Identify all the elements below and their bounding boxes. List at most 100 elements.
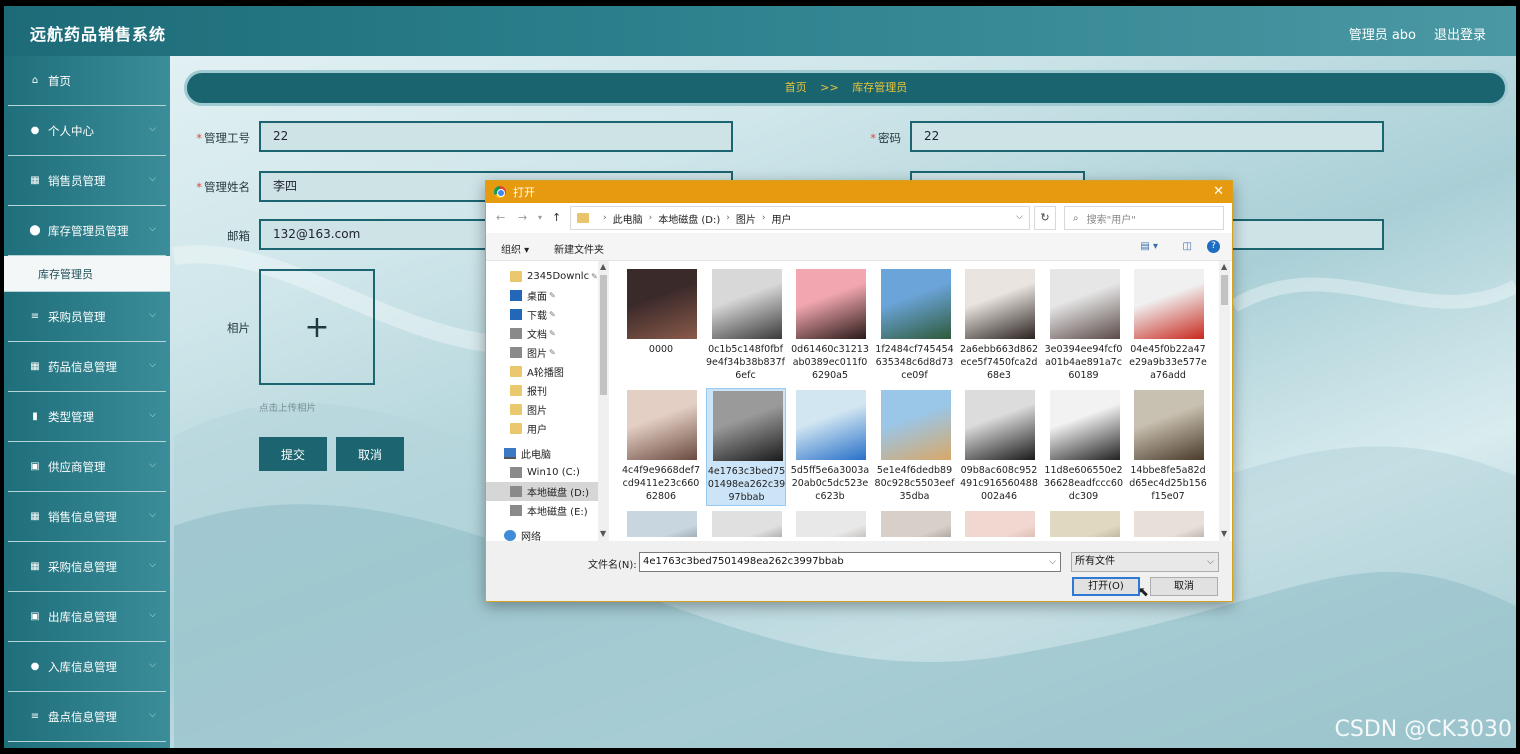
tree-item[interactable]: 下载 ✎ [510,305,556,324]
file-thumbnail[interactable]: 04e45f0b22a47e29a9b33e577ea76add [1128,267,1208,385]
navigation-tree: 2345Downlc ✎ 桌面 ✎ 下载 ✎ 文档 ✎ 图片 ✎ A轮播图 报刊 图片 用户 此电脑 Win1… [486,261,609,543]
file-thumbnail[interactable]: 11d8e606550e236628eadfccc60dc309 [1044,388,1124,506]
file-thumbnail[interactable]: 5d5ff5e6a3003a20ab0c5dc523ec623b [790,388,870,506]
tree-item[interactable]: 本地磁盘 (D:) [486,482,598,501]
drive-icon [510,347,522,358]
search-input[interactable]: ⌕ 搜索"用户" [1064,206,1224,230]
dialog-cancel-button[interactable]: 取消 [1150,577,1218,596]
path-segment[interactable]: 此电脑 [613,211,643,226]
path-segment[interactable]: 图片 [736,211,756,226]
sidebar-item[interactable]: ▦ 药品信息管理 ⌵ [8,342,166,392]
sidebar-item[interactable]: ▮ 类型管理 ⌵ [8,392,166,442]
file-thumbnail[interactable] [959,509,1039,537]
photo-upload-box[interactable]: + [259,269,375,385]
file-thumbnail[interactable] [790,509,870,537]
sidebar-item[interactable]: ≡ 采购员管理 ⌵ [8,292,166,342]
forward-arrow-icon[interactable]: → [518,211,527,224]
sidebar-sub-item[interactable]: 库存管理员 [4,256,170,292]
path-segment[interactable]: 用户 [772,211,792,226]
tree-item[interactable]: A轮播图 [510,362,564,381]
file-thumbnail[interactable]: 4e1763c3bed7501498ea262c3997bbab [705,388,786,506]
file-thumbnail[interactable] [1044,509,1124,537]
preview-pane-icon[interactable]: ◫ [1183,241,1192,252]
file-thumbnail[interactable] [875,509,955,537]
chevron-down-icon: ⌵ [149,710,156,720]
open-button[interactable]: 打开(O) [1072,577,1140,596]
password-input[interactable]: 22 [910,121,1384,152]
sidebar-item[interactable]: ⌂ 首页 [8,56,166,106]
help-icon[interactable]: ? [1207,240,1220,253]
sidebar-item[interactable]: ● 个人中心 ⌵ [8,106,166,156]
file-thumbnail[interactable] [1128,509,1208,537]
chevron-down-icon[interactable]: ⌵ [1207,553,1214,571]
grid-icon: ▦ [30,361,40,372]
tree-item[interactable]: Win10 (C:) [510,463,580,482]
file-thumbnail[interactable]: 0000 [621,267,701,385]
path-segment[interactable]: 本地磁盘 (D:) [658,211,720,226]
files-scrollbar[interactable]: ▲ ▼ [1219,261,1230,541]
tree-item[interactable]: 用户 [510,419,547,438]
file-name: 0d61460c31213ab0389ec011f06290a5 [791,344,869,381]
file-thumbnail[interactable]: 3e0394ee94fcf0a01b4ae891a7c60189 [1044,267,1124,385]
staff-no-input[interactable]: 22 [259,121,733,152]
recent-chevron-icon[interactable]: ▾ [538,213,542,222]
sidebar-item[interactable]: ● 入库信息管理 ⌵ [8,642,166,692]
chevron-down-icon[interactable]: ⌵ [1049,553,1056,571]
file-name: 5e1e4f6dedb8980c928c5503eef35dba [874,465,955,502]
scroll-thumb[interactable] [600,275,607,395]
sidebar-item[interactable]: ▦ 采购信息管理 ⌵ [8,542,166,592]
sidebar-item[interactable]: ≡ 盘点信息管理 ⌵ [8,692,166,742]
scroll-down-icon[interactable]: ▼ [600,529,606,538]
scroll-down-icon[interactable]: ▼ [1221,529,1227,538]
sidebar-item[interactable]: ▦ 销售信息管理 ⌵ [8,492,166,542]
file-thumbnail[interactable]: 2a6ebb663d862ece5f7450fca2d68e3 [959,267,1039,385]
up-arrow-icon[interactable]: ↑ [552,211,561,224]
file-thumbnail[interactable]: 0d61460c31213ab0389ec011f06290a5 [790,267,870,385]
file-thumbnail[interactable] [621,509,701,537]
file-thumbnail[interactable]: 14bbe8fe5a82dd65ec4d25b156f15e07 [1128,388,1208,506]
new-folder-button[interactable]: 新建文件夹 [554,241,604,256]
tree-item[interactable]: 报刊 [510,381,547,400]
tree-item[interactable]: 图片 ✎ [510,343,556,362]
scroll-thumb[interactable] [1221,275,1228,305]
file-thumbnail[interactable]: 1f2484cf745454635348c6d8d73ce09f [875,267,955,385]
sidebar-item[interactable]: ⬤ 库存管理员管理 ⌵ [8,206,166,256]
cancel-button[interactable]: 取消 [336,437,404,471]
path-separator-icon: › [726,213,730,223]
chevron-down-icon: ⌵ [149,224,156,234]
tree-item[interactable]: 文档 ✎ [510,324,556,343]
tree-item-label: Win10 (C:) [527,467,580,478]
logout-link[interactable]: 退出登录 [1434,24,1486,43]
back-arrow-icon[interactable]: ← [496,211,505,224]
scroll-up-icon[interactable]: ▲ [600,262,606,271]
file-thumbnail[interactable] [706,509,786,537]
submit-button[interactable]: 提交 [259,437,327,471]
user-icon: ● [30,661,40,672]
file-thumbnail[interactable]: 4c4f9e9668def7cd9411e23c66062806 [621,388,701,506]
tree-item[interactable]: 本地磁盘 (E:) [510,501,588,520]
chevron-down-icon: ⌵ [149,124,156,134]
organize-button[interactable]: 组织 ▾ [501,241,529,256]
tree-item-label: 图片 [527,349,547,360]
file-thumbnail[interactable]: 0c1b5c148f0fbf9e4f34b38b837f6efc [706,267,786,385]
tree-item-label: 报刊 [527,387,547,398]
tree-scrollbar[interactable]: ▲ ▼ [598,261,609,541]
tree-item[interactable]: 图片 [510,400,547,419]
file-type-select[interactable]: 所有文件 ⌵ [1071,552,1219,572]
sidebar-item[interactable]: ▣ 出库信息管理 ⌵ [8,592,166,642]
file-thumbnail[interactable]: 5e1e4f6dedb8980c928c5503eef35dba [875,388,955,506]
scroll-up-icon[interactable]: ▲ [1221,262,1227,271]
tree-item[interactable]: 桌面 ✎ [510,286,556,305]
breadcrumb-home[interactable]: 首页 [785,81,807,94]
refresh-button[interactable]: ↻ [1034,206,1056,230]
tree-item[interactable]: 此电脑 [504,444,551,463]
address-bar[interactable]: › 此电脑 › 本地磁盘 (D:) › 图片 › 用户 ⌵ [570,206,1030,230]
close-icon[interactable]: ✕ [1213,184,1224,199]
filename-input[interactable]: 4e1763c3bed7501498ea262c3997bbab ⌵ [639,552,1061,572]
sidebar-item[interactable]: ▦ 销售员管理 ⌵ [8,156,166,206]
sidebar-item[interactable]: ▣ 供应商管理 ⌵ [8,442,166,492]
view-options-icon[interactable]: ▤ ▾ [1140,241,1158,252]
file-thumbnail[interactable]: 09b8ac608c952491c916560488002a46 [959,388,1039,506]
tree-item[interactable]: 2345Downlc ✎ [510,267,598,286]
chevron-down-icon[interactable]: ⌵ [1016,212,1023,222]
